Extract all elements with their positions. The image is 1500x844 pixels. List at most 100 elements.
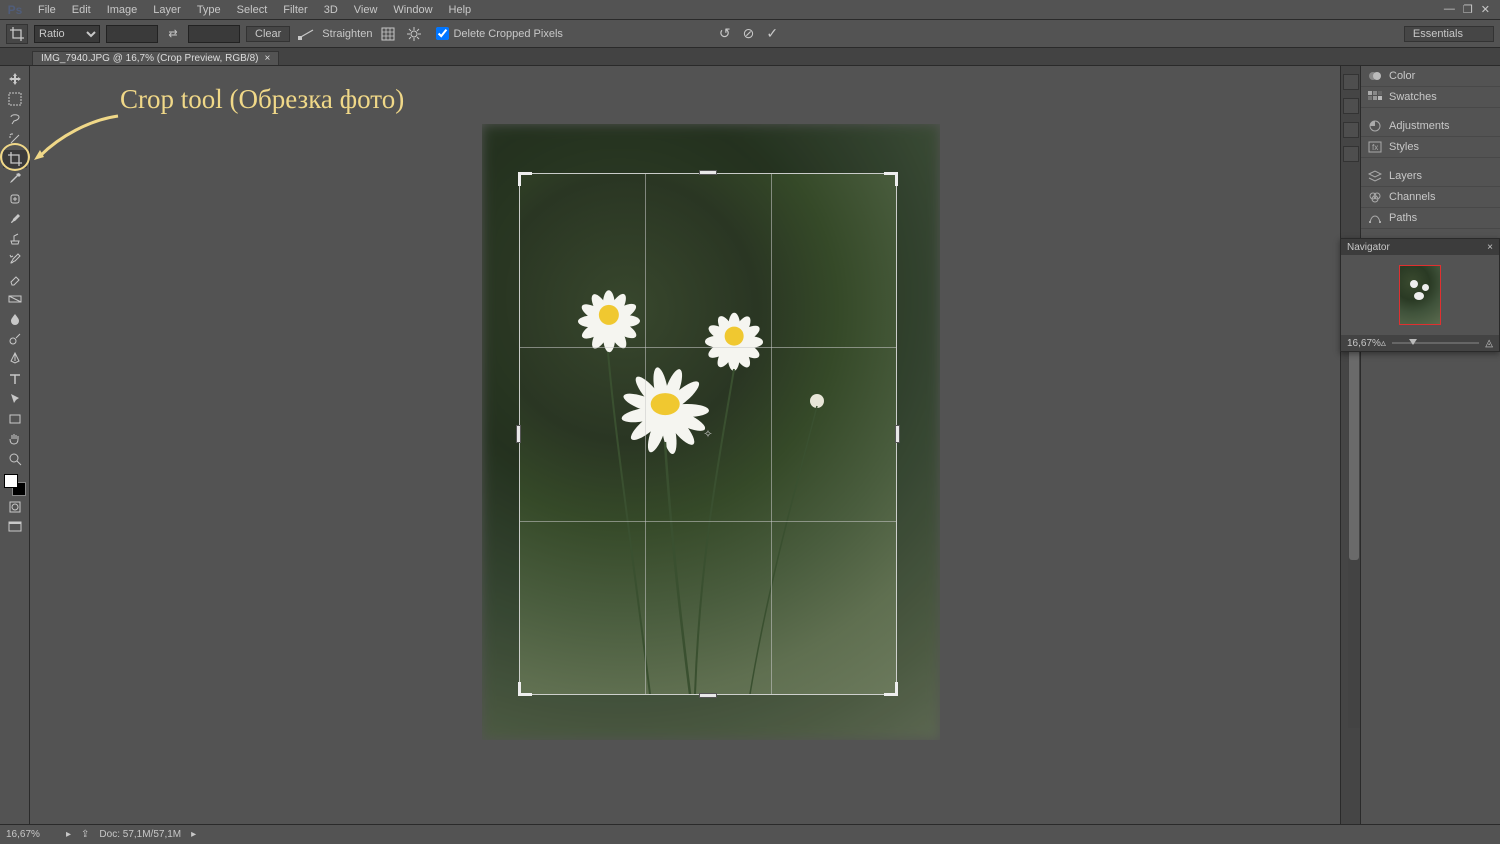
gradient-tool[interactable]: [3, 290, 27, 308]
strip-properties-icon[interactable]: [1343, 122, 1359, 138]
navigator-title-bar[interactable]: Navigator ×: [1341, 239, 1499, 255]
status-zoom[interactable]: 16,67%: [6, 829, 56, 840]
adjustments-panel-icon: [1367, 119, 1383, 133]
status-export-icon[interactable]: ⇪: [81, 829, 89, 840]
navigator-preview[interactable]: [1341, 255, 1499, 335]
menu-window[interactable]: Window: [385, 0, 440, 20]
menu-select[interactable]: Select: [229, 0, 276, 20]
strip-info-icon[interactable]: [1343, 98, 1359, 114]
window-controls: — ❐ ✕: [1444, 3, 1494, 16]
strip-histogram-icon[interactable]: [1343, 74, 1359, 90]
pen-tool[interactable]: [3, 350, 27, 368]
crop-handle-tl[interactable]: [518, 172, 532, 186]
swatches-panel-icon: [1367, 90, 1383, 104]
navigator-panel[interactable]: Navigator × 16,67% ▵ ◬: [1340, 238, 1500, 352]
paths-panel-icon: [1367, 211, 1383, 225]
crop-settings-icon[interactable]: [404, 24, 424, 44]
foreground-background-colors[interactable]: [4, 474, 26, 496]
crop-width-input[interactable]: [106, 25, 158, 43]
panel-paths-label: Paths: [1389, 212, 1417, 224]
crop-tool[interactable]: [3, 150, 27, 168]
strip-character-icon[interactable]: [1343, 146, 1359, 162]
cancel-crop-icon[interactable]: ⊘: [743, 25, 755, 42]
canvas-area[interactable]: ✧: [30, 66, 1340, 824]
panel-layers[interactable]: Layers: [1361, 166, 1500, 187]
status-bar: 16,67% ▸ ⇪ Doc: 57,1M/57,1M ▸: [0, 824, 1500, 844]
brush-tool[interactable]: [3, 210, 27, 228]
menu-file[interactable]: File: [30, 0, 64, 20]
panel-channels[interactable]: Channels: [1361, 187, 1500, 208]
dodge-tool[interactable]: [3, 330, 27, 348]
panel-swatches[interactable]: Swatches: [1361, 87, 1500, 108]
delete-cropped-checkbox[interactable]: Delete Cropped Pixels: [436, 27, 562, 40]
crop-handle-bl[interactable]: [518, 682, 532, 696]
status-doc-info[interactable]: Doc: 57,1M/57,1M: [99, 829, 181, 840]
history-brush-tool[interactable]: [3, 250, 27, 268]
maximize-icon[interactable]: ❐: [1463, 3, 1473, 16]
panel-layers-label: Layers: [1389, 170, 1422, 182]
close-icon[interactable]: ✕: [1481, 3, 1490, 16]
menu-view[interactable]: View: [346, 0, 386, 20]
navigator-zoom-value[interactable]: 16,67%: [1347, 338, 1381, 349]
rectangle-tool[interactable]: [3, 410, 27, 428]
reset-crop-icon[interactable]: ↺: [719, 25, 731, 42]
document-tab[interactable]: IMG_7940.JPG @ 16,7% (Crop Preview, RGB/…: [32, 51, 279, 65]
menu-3d[interactable]: 3D: [316, 0, 346, 20]
menu-image[interactable]: Image: [99, 0, 146, 20]
crop-overlay-icon[interactable]: [378, 24, 398, 44]
panel-adjustments[interactable]: Adjustments: [1361, 116, 1500, 137]
hand-tool[interactable]: [3, 430, 27, 448]
eraser-tool[interactable]: [3, 270, 27, 288]
navigator-title: Navigator: [1347, 242, 1390, 253]
zoom-tool[interactable]: [3, 450, 27, 468]
crop-box[interactable]: ✧: [520, 174, 896, 694]
rectangular-marquee-tool[interactable]: [3, 90, 27, 108]
crop-tool-indicator-icon[interactable]: [6, 24, 28, 44]
navigator-zoom-slider[interactable]: [1392, 342, 1479, 344]
quick-mask-tool[interactable]: [3, 498, 27, 516]
navigator-zoom-out-icon[interactable]: ▵: [1381, 338, 1386, 349]
navigator-close-icon[interactable]: ×: [1487, 242, 1493, 253]
lasso-tool[interactable]: [3, 110, 27, 128]
type-tool[interactable]: [3, 370, 27, 388]
healing-brush-tool[interactable]: [3, 190, 27, 208]
tab-close-icon[interactable]: ×: [264, 53, 270, 64]
delete-cropped-input[interactable]: [436, 27, 449, 40]
crop-ratio-select[interactable]: Ratio: [34, 25, 100, 43]
color-panel-icon: [1367, 69, 1383, 83]
panel-styles[interactable]: fx Styles: [1361, 137, 1500, 158]
menu-filter[interactable]: Filter: [275, 0, 315, 20]
right-panels: Color Swatches Adjustments fx Styles Lay…: [1360, 66, 1500, 824]
panel-paths[interactable]: Paths: [1361, 208, 1500, 229]
menu-edit[interactable]: Edit: [64, 0, 99, 20]
magic-wand-tool[interactable]: [3, 130, 27, 148]
panel-color[interactable]: Color: [1361, 66, 1500, 87]
crop-handle-br[interactable]: [884, 682, 898, 696]
commit-crop-icon[interactable]: ✓: [766, 25, 778, 42]
navigator-zoom-in-icon[interactable]: ◬: [1485, 338, 1493, 349]
move-tool[interactable]: [3, 70, 27, 88]
screen-mode-tool[interactable]: [3, 518, 27, 536]
foreground-color-swatch[interactable]: [4, 474, 18, 488]
eyedropper-tool[interactable]: [3, 170, 27, 188]
clear-button[interactable]: Clear: [246, 26, 290, 42]
straighten-icon[interactable]: [296, 24, 316, 44]
navigator-thumbnail[interactable]: [1399, 265, 1441, 325]
crop-handle-right[interactable]: [895, 425, 900, 443]
menu-layer[interactable]: Layer: [145, 0, 189, 20]
minimize-icon[interactable]: —: [1444, 3, 1455, 16]
path-selection-tool[interactable]: [3, 390, 27, 408]
menu-type[interactable]: Type: [189, 0, 229, 20]
crop-height-input[interactable]: [188, 25, 240, 43]
blur-tool[interactable]: [3, 310, 27, 328]
status-more-icon[interactable]: ▸: [191, 829, 196, 840]
crop-handle-bottom[interactable]: [699, 693, 717, 698]
swap-dimensions-icon[interactable]: ⇄: [164, 27, 182, 40]
crop-handle-left[interactable]: [516, 425, 521, 443]
status-arrow-icon[interactable]: ▸: [66, 829, 71, 840]
crop-handle-top[interactable]: [699, 170, 717, 175]
workspace-switcher[interactable]: Essentials: [1404, 26, 1494, 42]
crop-handle-tr[interactable]: [884, 172, 898, 186]
clone-stamp-tool[interactable]: [3, 230, 27, 248]
menu-help[interactable]: Help: [441, 0, 480, 20]
